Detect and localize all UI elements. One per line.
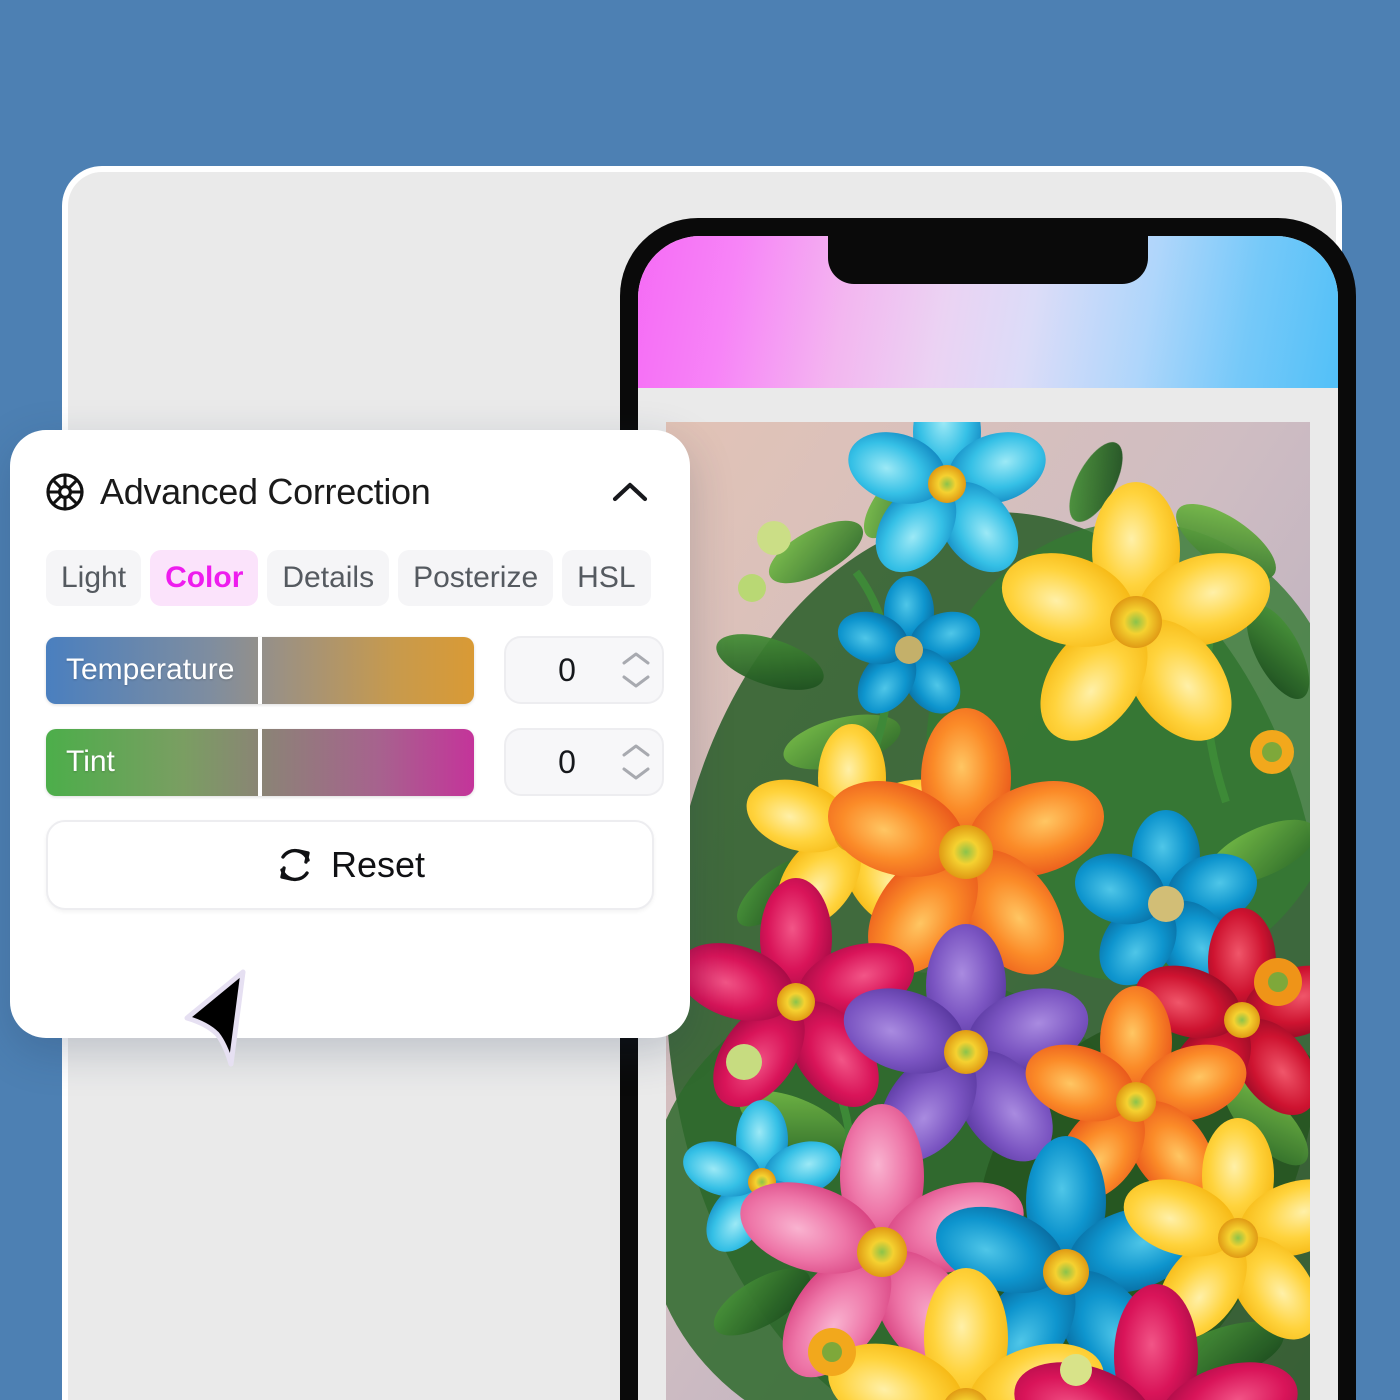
chevron-down-icon[interactable] (620, 673, 652, 690)
refresh-icon (280, 848, 310, 882)
temperature-slider-row: Temperature 0 (46, 636, 664, 704)
panel-title: Advanced Correction (100, 471, 431, 512)
tint-stepper-arrows (610, 742, 662, 782)
chevron-up-icon[interactable] (620, 650, 652, 667)
tab-posterize[interactable]: Posterize (398, 550, 554, 606)
chevron-down-icon[interactable] (620, 765, 652, 782)
tint-slider-thumb[interactable] (258, 728, 262, 796)
phone-mockup (620, 218, 1356, 1400)
chevron-up-icon[interactable] (620, 742, 652, 759)
tint-slider-row: Tint 0 (46, 728, 664, 796)
collapse-panel-button[interactable] (606, 468, 654, 516)
advanced-correction-panel: Advanced Correction Light Color Details … (10, 430, 690, 1038)
correction-tabs: Light Color Details Posterize HSL (46, 550, 654, 606)
reset-label: Reset (330, 844, 426, 885)
phone-screen (638, 236, 1338, 1400)
chevron-up-icon (612, 482, 648, 502)
temperature-stepper[interactable]: 0 (504, 636, 664, 704)
panel-header: Advanced Correction (46, 464, 654, 520)
temperature-slider[interactable]: Temperature (46, 636, 474, 704)
tab-light[interactable]: Light (46, 550, 142, 606)
temperature-value[interactable]: 0 (506, 652, 610, 689)
photo-preview[interactable] (666, 422, 1310, 1400)
tint-value[interactable]: 0 (506, 744, 610, 781)
color-wheel-icon (46, 473, 84, 511)
phone-notch (828, 236, 1148, 284)
tab-color[interactable]: Color (150, 550, 259, 606)
temperature-stepper-arrows (610, 650, 662, 690)
temperature-slider-thumb[interactable] (258, 636, 262, 704)
tint-stepper[interactable]: 0 (504, 728, 664, 796)
tab-details[interactable]: Details (267, 550, 390, 606)
temperature-slider-label: Temperature (66, 653, 235, 686)
reset-button[interactable]: Reset (46, 820, 654, 910)
flower-bouquet-illustration (666, 422, 1310, 1400)
tab-hsl[interactable]: HSL (562, 550, 651, 606)
tint-slider[interactable]: Tint (46, 728, 474, 796)
tint-slider-label: Tint (66, 745, 115, 778)
